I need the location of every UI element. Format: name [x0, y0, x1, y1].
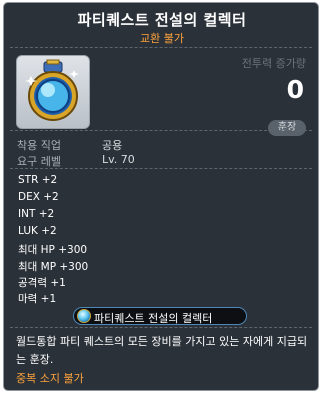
medal-name-tag: 파티퀘스트 전설의 컬렉터: [73, 307, 247, 325]
divider: [10, 327, 312, 328]
stat-int: INT +2: [18, 208, 55, 220]
blue-orb-icon: [77, 309, 91, 323]
stat-max-mp: 최대 MP +300: [18, 261, 89, 273]
item-icon-frame: [16, 55, 90, 129]
medal-type-badge: 훈장: [268, 120, 306, 136]
trade-status: 교환 불가: [140, 32, 184, 45]
divider: [10, 47, 312, 48]
stat-dex: DEX +2: [18, 191, 59, 203]
req-level-value: Lv. 70: [102, 153, 135, 166]
divider: [10, 130, 312, 131]
possession-limit: 중복 소지 불가: [16, 372, 84, 385]
divider: [10, 168, 312, 169]
medal-name: 파티퀘스트 전설의 컬렉터: [94, 312, 213, 325]
item-tooltip: 파티퀘스트 전설의 컬렉터 교환 불가 전투력 증가량 0 훈장 착용 직업 공…: [3, 2, 319, 391]
req-job-label: 착용 직업: [17, 139, 61, 152]
item-title: 파티퀘스트 전설의 컬렉터: [77, 11, 247, 29]
stat-magic: 마력 +1: [18, 293, 57, 305]
stat-luk: LUK +2: [18, 225, 57, 237]
stat-str: STR +2: [18, 174, 58, 186]
item-description: 월드통합 파티 퀘스트의 모든 장비를 가지고 있는 자에게 지급되는 훈장.: [16, 335, 308, 366]
blue-orb-medal-icon: [25, 59, 79, 121]
stat-max-hp: 최대 HP +300: [18, 244, 88, 256]
combat-power-value: 0: [286, 75, 304, 104]
req-job-value: 공용: [102, 139, 123, 152]
stat-attack: 공격력 +1: [18, 277, 66, 289]
req-level-label: 요구 레벨: [17, 155, 61, 168]
combat-power-label: 전투력 증가량: [241, 57, 306, 70]
